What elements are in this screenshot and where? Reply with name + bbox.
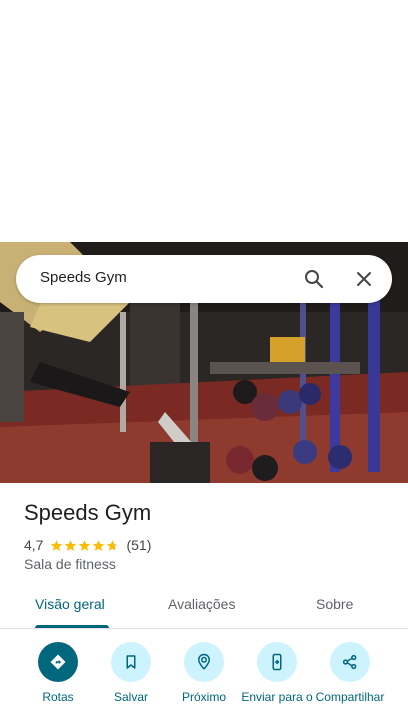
nearby-icon [184,642,224,682]
star-icon [51,539,63,551]
map-area[interactable] [0,0,408,242]
place-category[interactable]: Sala de fitness [24,556,116,572]
save-button[interactable]: Salvar [91,642,171,704]
search-icon[interactable] [302,267,326,291]
search-input[interactable]: Speeds Gym [40,269,127,286]
bookmark-icon [111,642,151,682]
action-bar: Rotas Salvar Próximo Enviar para o Compa… [0,642,408,726]
search-bar[interactable]: Speeds Gym [16,255,392,303]
send-to-phone-button[interactable]: Enviar para o [237,642,317,704]
tab-reviews[interactable]: Avaliações [168,596,235,612]
rating-stars [50,539,120,552]
tab-active-indicator [35,625,109,628]
tab-overview[interactable]: Visão geral [35,596,105,612]
place-title: Speeds Gym [24,500,152,525]
nearby-label: Próximo [181,690,226,704]
directions-icon [38,642,78,682]
directions-button[interactable]: Rotas [18,642,98,704]
tab-bar: Visão geral Avaliações Sobre [0,588,408,629]
share-label: Compartilhar [315,690,385,704]
save-label: Salvar [113,690,148,704]
close-icon[interactable] [352,267,376,291]
send-to-phone-icon [257,642,297,682]
share-button[interactable]: Compartilhar [310,642,390,704]
review-count: (51) [126,537,152,553]
directions-label: Rotas [42,690,74,704]
star-icon [79,539,91,551]
nearby-button[interactable]: Próximo [164,642,244,704]
star-icon [93,539,105,551]
share-icon [330,642,370,682]
rating-value: 4,7 [24,537,44,553]
star-icon [65,539,77,551]
star-half-icon [107,539,119,551]
tab-about[interactable]: Sobre [316,596,353,612]
send-to-phone-label: Enviar para o [241,690,313,704]
rating-row[interactable]: 4,7 (51) [24,536,151,554]
